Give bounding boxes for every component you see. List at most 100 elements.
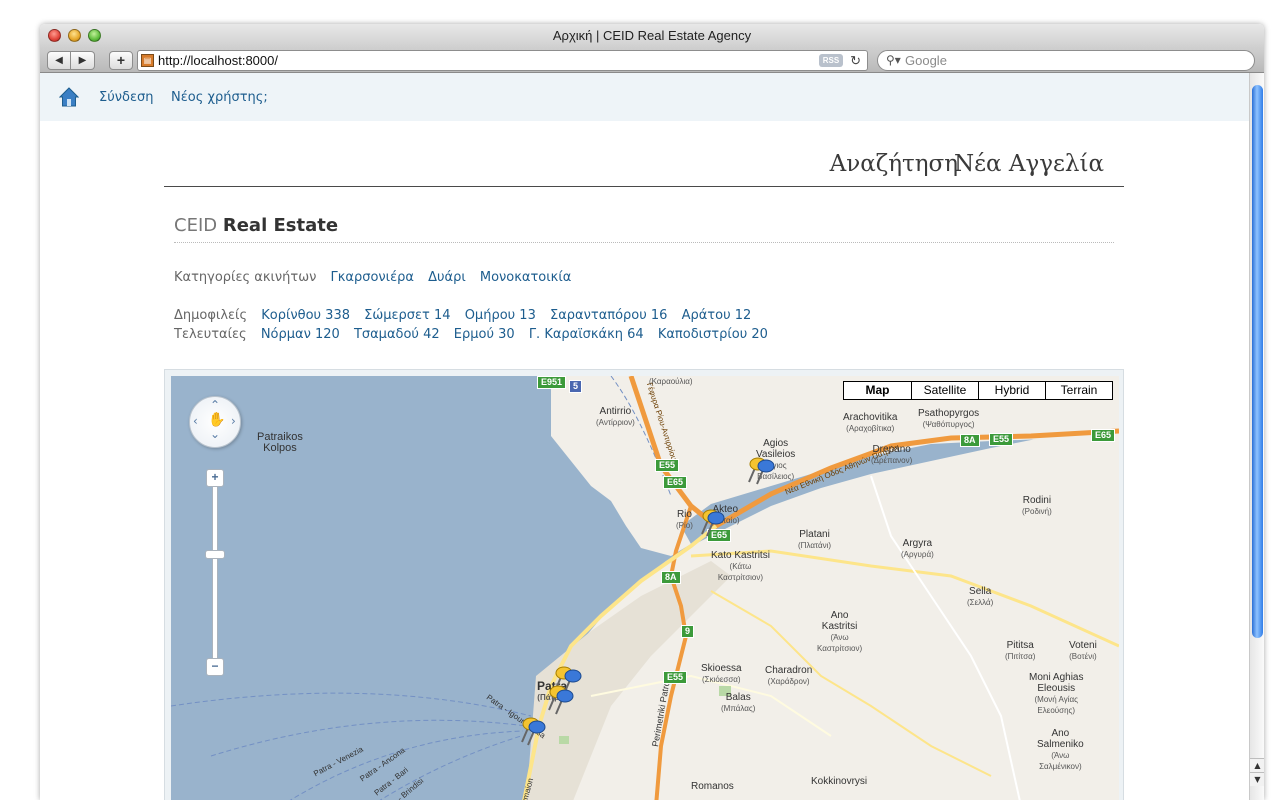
map-type-satellite-button[interactable]: Satellite (911, 382, 978, 399)
scrollbar-thumb[interactable] (1252, 85, 1263, 638)
address-bar[interactable]: ▤ http://localhost:8000/ RSS ↻ (137, 50, 868, 71)
pushpin-blue-icon[interactable] (701, 508, 727, 538)
main-nav: Αναζήτηση Νέα Αγγελία (164, 151, 1124, 187)
scroll-down-icon[interactable]: ▼ (1250, 772, 1264, 786)
pan-down-icon[interactable]: ⌄ (210, 427, 220, 441)
place-label: Charadron (Χαράδρον) (765, 665, 813, 686)
pushpin-blue-icon[interactable] (522, 717, 548, 747)
latest-link[interactable]: Τσαμαδού 42 (354, 327, 440, 342)
scroll-up-icon[interactable]: ▲ (1250, 758, 1264, 772)
place-label: Voteni (Βοτένι) (1069, 640, 1097, 661)
search-icon: ⚲▾ (886, 53, 901, 67)
popular-row: Δημοφιλείς Κορίνθου 338 Σώμερσετ 14 Ομήρ… (174, 308, 751, 323)
pan-up-icon[interactable]: ⌃ (210, 398, 220, 412)
search-placeholder: Google (905, 53, 947, 68)
latest-link[interactable]: Νόρμαν 120 (261, 327, 340, 342)
road-shield: E55 (655, 459, 680, 472)
place-label: Arachovitika (Αραχοβίτικα) (843, 412, 898, 433)
place-label: Sella (Σελλά) (967, 586, 994, 607)
close-window-button[interactable] (48, 29, 61, 42)
add-bookmark-button[interactable]: + (109, 51, 133, 70)
favicon-icon: ▤ (141, 54, 154, 67)
categories-row: Κατηγορίες ακινήτων Γκαρσονιέρα Δυάρι Μο… (174, 270, 571, 285)
map-type-map-button[interactable]: Map (844, 382, 911, 399)
logo-name: Real Estate (222, 215, 339, 236)
latest-link[interactable]: Καποδιστρίου 20 (658, 327, 768, 342)
place-label: Rio (Ρίο) (676, 509, 693, 530)
road-shield: 8A (960, 434, 980, 447)
zoom-in-button[interactable]: + (206, 469, 224, 487)
place-label: Pititsa (Πιτίτσα) (1005, 640, 1036, 661)
page-viewport: Σύνδεση Νέος χρήστης; Αναζήτηση Νέα Αγγε… (40, 73, 1264, 800)
place-label: Balas (Μπάλας) (721, 692, 756, 713)
latest-link[interactable]: Ερμού 30 (454, 327, 515, 342)
zoom-slider-track[interactable] (212, 476, 218, 672)
category-link[interactable]: Δυάρι (428, 270, 466, 285)
road-shield: E951 (537, 376, 567, 389)
register-link[interactable]: Νέος χρήστης; (171, 90, 268, 105)
road-shield: E65 (663, 476, 688, 489)
popular-link[interactable]: Σαρανταπόρου 16 (550, 308, 667, 323)
road-shield: 5 (569, 380, 583, 393)
category-link[interactable]: Μονοκατοικία (480, 270, 571, 285)
popular-link[interactable]: Ομήρου 13 (465, 308, 536, 323)
back-button[interactable]: ◀ (47, 51, 71, 70)
place-label: Drepano (Δρέπανον) (871, 444, 913, 465)
top-nav: Σύνδεση Νέος χρήστης; (40, 73, 1249, 121)
place-label: Ano Kastritsi (Άνω Καστρίτσιον) (817, 610, 863, 653)
latest-link[interactable]: Γ. Καραϊσκάκη 64 (529, 327, 644, 342)
popular-label: Δημοφιλείς (174, 308, 248, 323)
map-type-hybrid-button[interactable]: Hybrid (978, 382, 1045, 399)
search-nav-link[interactable]: Αναζήτηση (830, 151, 958, 177)
latest-label: Τελευταίες (174, 327, 247, 342)
place-label: Skioessa (Σκιόεσσα) (701, 663, 742, 684)
place-label: Platani (Πλατάνι) (798, 529, 832, 550)
pan-right-icon[interactable]: › (231, 414, 236, 428)
place-label: (Καραούλια) (649, 377, 693, 386)
login-link[interactable]: Σύνδεση (99, 90, 153, 105)
address-url: http://localhost:8000/ (158, 53, 278, 68)
pushpin-blue-icon[interactable] (751, 456, 777, 486)
zoom-slider-thumb[interactable] (205, 550, 225, 559)
place-label: Moni Aghias Eleousis (Μονή Αγίας Ελεούσης… (1029, 672, 1084, 715)
logo-divider (174, 242, 1114, 243)
hand-icon: ✋ (208, 412, 226, 428)
pan-control[interactable]: ⌃ ⌄ ‹ › ✋ (189, 396, 241, 448)
rss-button[interactable]: RSS (819, 54, 843, 67)
latest-row: Τελευταίες Νόρμαν 120 Τσαμαδού 42 Ερμού … (174, 327, 768, 342)
road-shield: E55 (989, 433, 1014, 446)
window-title: Αρχική | CEID Real Estate Agency (552, 28, 752, 43)
pan-left-icon[interactable]: ‹ (193, 414, 198, 428)
map-canvas[interactable]: Γέφυρα Ρίου-Αντιρρίου Νέα Εθνική Οδός Αθ… (171, 376, 1119, 800)
logo-prefix: CEID (174, 215, 218, 236)
map-container: Γέφυρα Ρίου-Αντιρρίου Νέα Εθνική Οδός Αθ… (164, 369, 1124, 800)
place-label: Ano Salmeniko (Άνω Σαλμένικον) (1037, 728, 1084, 771)
minimize-window-button[interactable] (68, 29, 81, 42)
road-shield: 9 (681, 625, 695, 638)
map-type-terrain-button[interactable]: Terrain (1045, 382, 1112, 399)
forward-button[interactable]: ▶ (71, 51, 95, 70)
popular-link[interactable]: Αράτου 12 (682, 308, 752, 323)
new-listing-nav-link[interactable]: Νέα Αγγελία (954, 151, 1104, 177)
place-label: Romanos (691, 781, 734, 792)
zoom-out-button[interactable]: − (206, 658, 224, 676)
popular-link[interactable]: Κορίνθου 338 (261, 308, 350, 323)
road-shield: 8A (661, 571, 681, 584)
road-shield: E55 (663, 671, 688, 684)
place-label: Rodini (Ροδινή) (1022, 495, 1052, 516)
pushpin-blue-icon[interactable] (550, 686, 576, 716)
browser-toolbar: ◀ ▶ + ▤ http://localhost:8000/ RSS ↻ ⚲▾ … (40, 48, 1264, 73)
zoom-window-button[interactable] (88, 29, 101, 42)
reload-icon[interactable]: ↻ (850, 51, 861, 70)
browser-window: Αρχική | CEID Real Estate Agency ◀ ▶ + ▤… (40, 24, 1264, 800)
vertical-scrollbar[interactable]: ▲ ▼ (1249, 73, 1264, 800)
title-bar: Αρχική | CEID Real Estate Agency (40, 24, 1264, 48)
place-label: Psathopyrgos (Ψαθόπυργος) (918, 408, 980, 429)
place-label: Kato Kastritsi (Κάτω Καστρίτσιον) (711, 550, 770, 582)
search-field[interactable]: ⚲▾ Google (877, 50, 1255, 71)
site-logo[interactable]: CEID Real Estate (174, 215, 338, 236)
popular-link[interactable]: Σώμερσετ 14 (364, 308, 450, 323)
home-icon[interactable] (59, 87, 79, 107)
categories-label: Κατηγορίες ακινήτων (174, 270, 317, 285)
category-link[interactable]: Γκαρσονιέρα (331, 270, 414, 285)
